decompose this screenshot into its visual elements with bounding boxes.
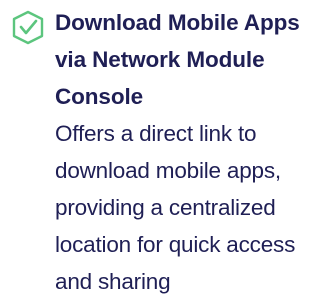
check-shield-icon <box>9 9 47 47</box>
feature-text: Download Mobile Apps via Network Module … <box>55 4 301 297</box>
feature-item: Download Mobile Apps via Network Module … <box>0 0 303 297</box>
feature-description: Offers a direct link to download mobile … <box>55 121 296 294</box>
feature-title: Download Mobile Apps via Network Module … <box>55 10 300 109</box>
